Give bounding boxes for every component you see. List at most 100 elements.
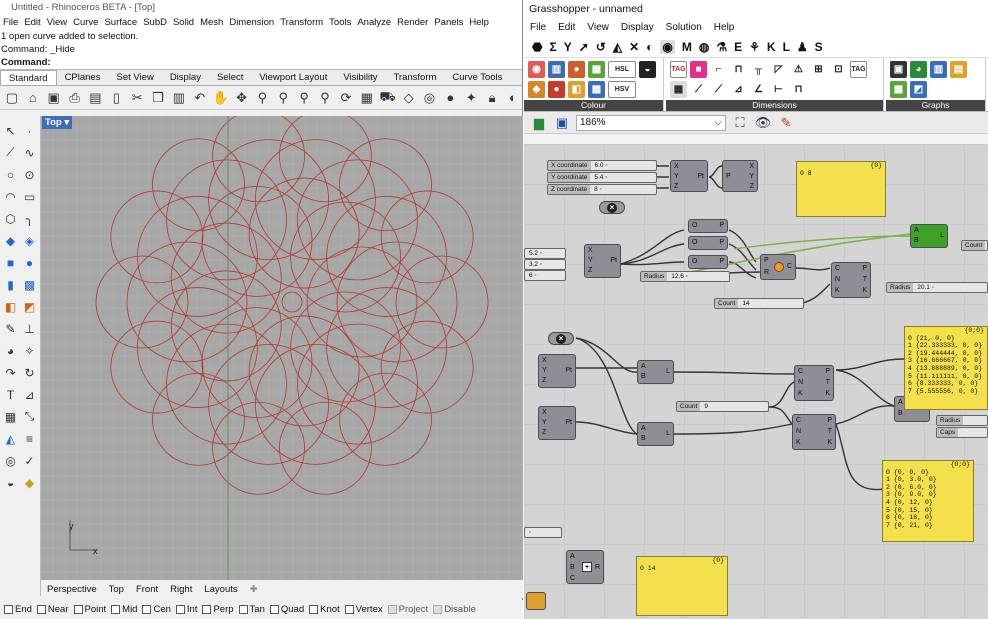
zoom-window-icon[interactable]: ⚲ [274, 89, 292, 107]
lightbulb-icon[interactable]: ✦ [462, 89, 480, 107]
move-icon[interactable]: ↷ [2, 364, 19, 381]
tab-intersect-icon[interactable]: ✕ [629, 40, 639, 54]
osnap-quad[interactable]: Quad [269, 604, 304, 615]
gh-menu-file[interactable]: File [524, 22, 552, 33]
arc-icon[interactable]: ◠ [2, 188, 19, 205]
tab-set-view[interactable]: Set View [108, 70, 161, 85]
tab-rhino-icon[interactable]: ◍ [699, 40, 709, 54]
extrude-icon[interactable]: ◩ [21, 298, 38, 315]
menu-surface[interactable]: Surface [101, 15, 140, 30]
dim-box-icon[interactable]: ⊞ [810, 61, 827, 78]
tag-icon[interactable]: TAG [670, 61, 687, 78]
toggle-pill-1[interactable]: × [599, 201, 625, 214]
value-slider-1[interactable]: 5.2 ◦ [524, 248, 566, 259]
value-slider-3[interactable]: 6 ◦ [524, 270, 566, 281]
scatter-graph-icon[interactable]: ▦ [890, 81, 907, 98]
tab-visibility[interactable]: Visibility [335, 70, 385, 85]
dim-ordinate-icon[interactable]: ⊡ [830, 61, 847, 78]
osnap-near[interactable]: Near [36, 604, 69, 615]
menu-edit[interactable]: Edit [21, 15, 43, 30]
layer-icon[interactable]: ≡ [21, 430, 38, 447]
menu-view[interactable]: View [44, 15, 70, 30]
surface-icon[interactable]: ◆ [2, 232, 19, 249]
open-file-icon[interactable]: ⌂ [24, 89, 42, 107]
caps-label[interactable]: Caps [936, 427, 988, 438]
open-file-icon[interactable]: ▆ [530, 114, 548, 132]
rotate-view-icon[interactable]: ⟳ [337, 89, 355, 107]
sphere-solid-icon[interactable]: ● [21, 254, 38, 271]
import-icon[interactable]: ▤ [87, 89, 105, 107]
menu-panels[interactable]: Panels [431, 15, 466, 30]
hsl-icon[interactable]: HSL [608, 61, 636, 78]
text-icon[interactable]: T [2, 386, 19, 403]
polyline-icon[interactable]: ⟋ [2, 144, 19, 161]
tab-lunchbox-icon[interactable]: ⚘ [749, 40, 760, 54]
output-panel-top[interactable]: {0} 0 8 [796, 161, 886, 217]
divide-curve-component-3[interactable]: C N K P T K [792, 414, 836, 450]
move-view-icon[interactable]: ✥ [233, 89, 251, 107]
trim-icon[interactable]: ✎ [2, 320, 19, 337]
tab-display[interactable]: Display [162, 70, 209, 85]
osnap-vertex[interactable]: Vertex [344, 604, 383, 615]
angle-dim-icon[interactable]: ∠ [750, 81, 767, 98]
viewport-label[interactable]: Top ▾ [42, 116, 73, 129]
car-render-icon[interactable]: ⛟ [379, 89, 397, 107]
x-coordinate-slider[interactable]: X coordinate 6.0 ◦ [547, 160, 657, 171]
vector-xz-component[interactable]: OP [688, 255, 728, 269]
tab-sets-icon[interactable]: Y [564, 40, 572, 54]
output-panel-points-y[interactable]: {0;0} 0 {0, 0, 0} 1 {0, 3.0, 0} 2 {0, 6.… [882, 460, 974, 542]
colour-sphere-icon[interactable]: ● [568, 61, 585, 78]
zoom-icon[interactable]: ⚲ [254, 89, 272, 107]
tab-kangaroo-icon[interactable]: ⚗ [716, 40, 727, 54]
analyze-icon[interactable]: ◭ [2, 430, 19, 447]
split-icon[interactable]: ⊥ [21, 320, 38, 337]
fillet-icon[interactable]: ╮ [21, 210, 38, 227]
paint-bucket-icon[interactable]: ◆ [21, 474, 38, 491]
cylinder-icon[interactable]: ▮ [2, 276, 19, 293]
vector-x-component[interactable]: OP [688, 219, 728, 233]
dim-linear-icon[interactable]: ╥ [750, 61, 767, 78]
tab-transform-icon[interactable]: ◐ [646, 40, 653, 54]
text-dim-icon[interactable]: ⊓ [790, 81, 807, 98]
tab-standard[interactable]: Standard [0, 70, 57, 85]
save-icon[interactable]: ▣ [45, 89, 63, 107]
tab-k[interactable]: K [767, 40, 776, 54]
vector-yz-icon[interactable] [526, 592, 546, 610]
view-tab-layouts[interactable]: Layouts [198, 584, 243, 595]
view-tab-right[interactable]: Right [164, 584, 198, 595]
colour-cmyk-icon[interactable]: ◧ [568, 81, 585, 98]
magenta-swatch-icon[interactable]: ■ [690, 61, 707, 78]
zoom-extents-icon[interactable]: ⛶ [731, 114, 749, 132]
wireframe-icon[interactable]: ◇ [400, 89, 418, 107]
circle-icon[interactable]: ○ [2, 166, 19, 183]
value-slider-2[interactable]: 3.2 ◦ [524, 259, 566, 270]
polygon-icon[interactable]: ⬡ [2, 210, 19, 227]
check-icon[interactable]: ✓ [21, 452, 38, 469]
tab-viewport-layout[interactable]: Viewport Layout [251, 70, 335, 85]
tab-s[interactable]: S [815, 40, 823, 54]
tab-l[interactable]: L [783, 40, 790, 54]
menu-subd[interactable]: SubD [140, 15, 170, 30]
tab-transform[interactable]: Transform [385, 70, 444, 85]
dimension-icon[interactable]: ⊿ [21, 386, 38, 403]
zoom-field[interactable]: 186% ⌵ [576, 114, 726, 131]
gh-menu-solution[interactable]: Solution [660, 22, 708, 33]
grid-dim-icon[interactable]: ▦ [670, 81, 687, 98]
quick-graph-icon[interactable]: ▤ [950, 61, 967, 78]
preview-eye-icon[interactable]: 👁︎ [754, 114, 772, 132]
y-coordinate-slider[interactable]: Y coordinate 5.4 ◦ [547, 172, 657, 183]
line-component-1[interactable]: A B L [637, 360, 674, 384]
tab-e[interactable]: E [734, 40, 742, 54]
boolean-icon[interactable]: ◧ [2, 298, 19, 315]
menu-dimension[interactable]: Dimension [226, 15, 277, 30]
dim-aligned-icon[interactable]: ⊓ [730, 61, 747, 78]
join-icon[interactable]: ◕ [2, 342, 19, 359]
material-icon[interactable]: ◒ [2, 474, 19, 491]
colour-lab-icon[interactable]: ▩ [588, 81, 605, 98]
deconstruct-point-component[interactable]: P X Y Z [722, 160, 758, 192]
tab-curve-tools[interactable]: Curve Tools [444, 70, 510, 85]
tab-human-icon[interactable]: ♟ [797, 40, 808, 54]
osnap-perp[interactable]: Perp [202, 604, 234, 615]
zoom-extents-icon[interactable]: ⚲ [295, 89, 313, 107]
tab-vector-icon[interactable]: ➚ [579, 40, 589, 54]
